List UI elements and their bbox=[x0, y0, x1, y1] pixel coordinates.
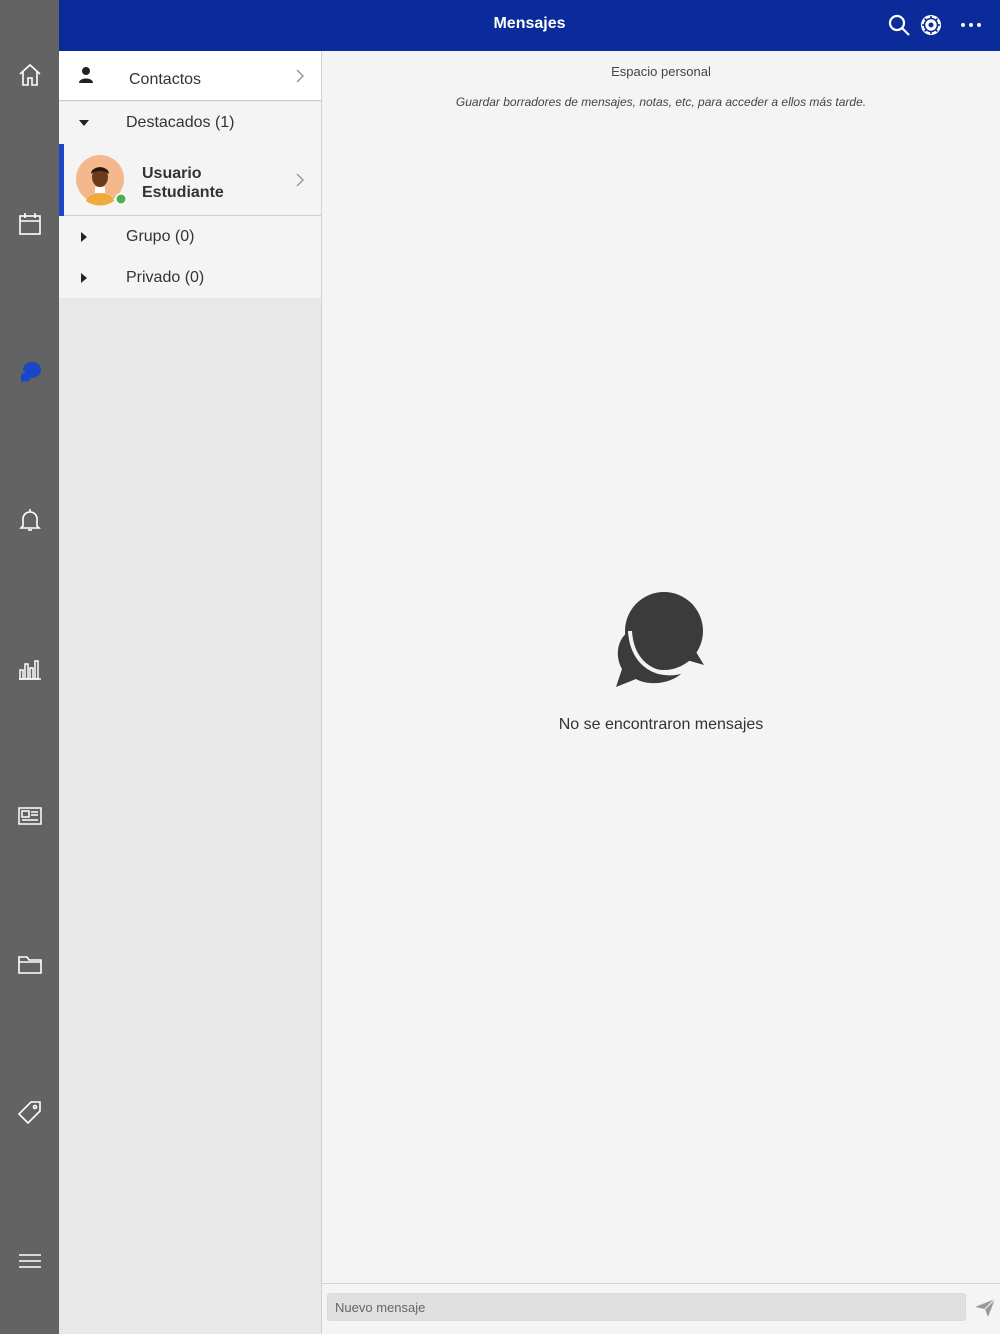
chat-bubbles-icon bbox=[616, 592, 704, 687]
caret-right-icon bbox=[81, 273, 87, 283]
newspaper-icon bbox=[17, 807, 42, 825]
starred-section-toggle[interactable]: Destacados (1) bbox=[59, 102, 321, 144]
bell-icon bbox=[18, 509, 41, 531]
chevron-right-icon bbox=[296, 173, 305, 187]
more-dots-icon bbox=[961, 23, 981, 27]
avatar bbox=[76, 155, 127, 206]
messages-icon bbox=[16, 362, 41, 385]
private-label: Privado (0) bbox=[126, 269, 205, 286]
personal-space-subtitle: Guardar borradores de mensajes, notas, e… bbox=[455, 95, 867, 109]
new-message-input[interactable] bbox=[327, 1293, 966, 1321]
search-button[interactable] bbox=[886, 12, 912, 38]
tag-icon bbox=[17, 1101, 41, 1125]
message-area: Espacio personal Guardar borradores de m… bbox=[322, 51, 1000, 1334]
send-icon[interactable] bbox=[974, 1298, 996, 1318]
reports-button[interactable] bbox=[0, 649, 59, 689]
notifications-button[interactable] bbox=[0, 500, 59, 540]
gear-icon bbox=[921, 15, 941, 35]
group-label: Grupo (0) bbox=[126, 228, 195, 245]
top-header: Mensajes bbox=[59, 0, 1000, 51]
caret-down-icon bbox=[79, 120, 89, 126]
contacts-row[interactable]: Contactos bbox=[59, 51, 321, 101]
person-icon bbox=[79, 67, 93, 83]
messages-button[interactable] bbox=[0, 352, 59, 392]
starred-label: Destacados (1) bbox=[126, 114, 235, 131]
hamburger-menu-icon bbox=[18, 1254, 41, 1268]
group-section-toggle[interactable]: Grupo (0) bbox=[59, 216, 321, 257]
files-button[interactable] bbox=[0, 944, 59, 984]
settings-button[interactable] bbox=[918, 12, 944, 38]
side-nav-rail bbox=[0, 0, 59, 1334]
online-status-dot bbox=[116, 194, 126, 204]
calendar-button[interactable] bbox=[0, 204, 59, 244]
home-icon bbox=[18, 63, 41, 86]
home-button[interactable] bbox=[0, 55, 59, 95]
empty-state-text: No se encontraron mensajes bbox=[558, 716, 764, 733]
user-name-line2: Estudiante bbox=[142, 184, 224, 201]
conversations-panel: Contactos Destacados (1) Usuario Estudia… bbox=[59, 51, 322, 1334]
user-name-line1: Usuario bbox=[142, 165, 202, 182]
conversation-item-user[interactable]: Usuario Estudiante bbox=[59, 144, 321, 216]
message-composer bbox=[322, 1283, 1000, 1334]
folder-icon bbox=[17, 956, 42, 974]
private-section-toggle[interactable]: Privado (0) bbox=[59, 257, 321, 298]
page-title: Mensajes bbox=[493, 15, 566, 32]
chevron-right-icon bbox=[296, 69, 305, 83]
search-icon bbox=[888, 14, 910, 36]
calendar-icon bbox=[18, 213, 41, 235]
more-options-button[interactable] bbox=[958, 12, 984, 38]
personal-space-title: Espacio personal bbox=[611, 64, 711, 79]
caret-right-icon bbox=[81, 232, 87, 242]
tags-button[interactable] bbox=[0, 1092, 59, 1132]
menu-button[interactable] bbox=[0, 1241, 59, 1281]
contacts-label: Contactos bbox=[129, 71, 202, 88]
news-button[interactable] bbox=[0, 796, 59, 836]
bar-chart-icon bbox=[18, 660, 41, 680]
selected-indicator bbox=[59, 144, 64, 216]
